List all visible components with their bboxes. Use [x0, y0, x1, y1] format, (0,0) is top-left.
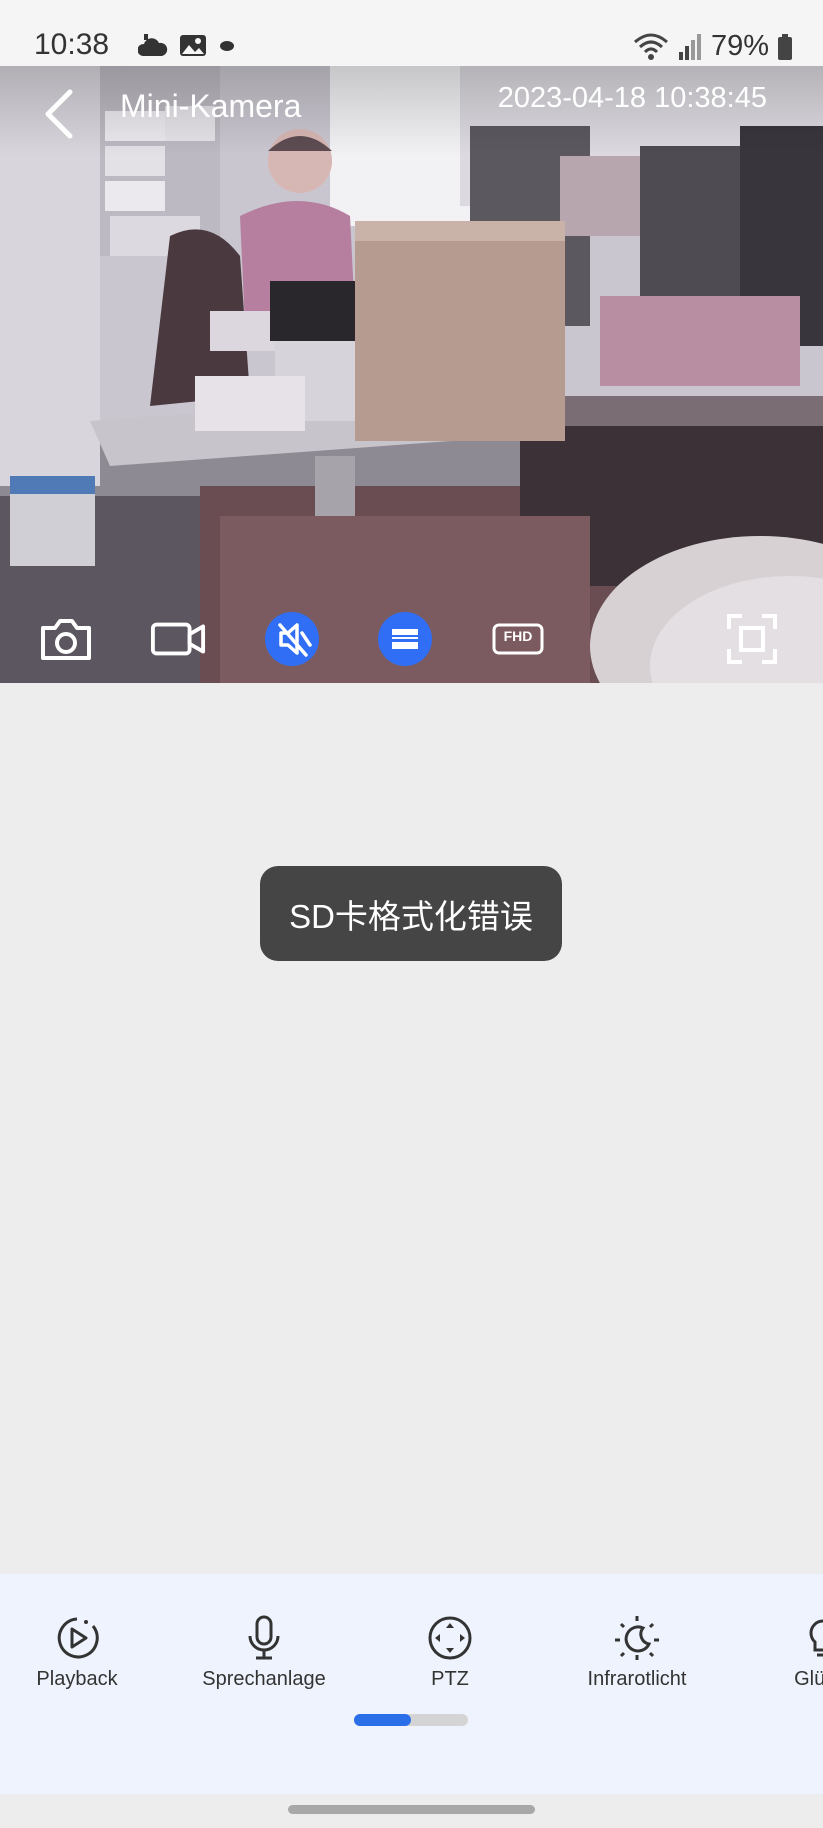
fullscreen-icon: [727, 614, 777, 664]
battery-percent: 79%: [710, 30, 769, 62]
controls-scroll-indicator: [354, 1714, 468, 1726]
signal-icon: [678, 33, 701, 60]
camera-snapshot-icon: [41, 619, 91, 660]
playback-label: Playback: [36, 1668, 118, 1690]
mute-button[interactable]: [264, 611, 320, 667]
ptz-label: PTZ: [431, 1668, 469, 1690]
playback-button[interactable]: Playback: [0, 1614, 162, 1691]
app-icon: [220, 41, 234, 51]
night-mode-icon: [615, 1616, 659, 1660]
microphone-icon: [248, 1615, 280, 1660]
video-timestamp: 2023-04-18 10:38:45: [497, 82, 767, 114]
scroll-thumb: [354, 1714, 411, 1726]
infrared-button[interactable]: Infrarotlicht: [552, 1614, 722, 1691]
notification-icons: [138, 32, 236, 58]
screen-split-icon: [378, 612, 432, 666]
intercom-label: Sprechanlage: [202, 1668, 326, 1690]
speaker-muted-icon: [265, 612, 319, 666]
gallery-icon: [180, 35, 206, 56]
ptz-icon: [428, 1616, 472, 1660]
fullscreen-button[interactable]: [724, 611, 780, 667]
status-time: 10:38: [34, 28, 110, 61]
back-arrow-icon[interactable]: [40, 86, 80, 142]
playback-icon: [57, 1617, 99, 1659]
infrared-label: Infrarotlicht: [587, 1668, 687, 1690]
record-button[interactable]: [150, 611, 206, 667]
light-bulb-button[interactable]: Glühla: [738, 1614, 823, 1691]
wifi-icon: [633, 33, 668, 60]
camera-live-view[interactable]: Mini-Kamera 2023-04-18 10:38:45 FHD: [0, 66, 823, 683]
status-bar: 10:38 79%: [0, 0, 823, 66]
snapshot-button[interactable]: [38, 611, 94, 667]
video-toolbar: FHD: [0, 591, 823, 683]
ptz-button[interactable]: PTZ: [365, 1614, 535, 1691]
quality-label: FHD: [503, 628, 533, 644]
toast-message: SD卡格式化错误: [260, 866, 562, 961]
system-status: 79%: [633, 30, 793, 63]
controls-panel: Playback Sprechanlage PTZ Infrarotlicht …: [0, 1574, 823, 1794]
light-bulb-label: Glühla: [794, 1668, 823, 1690]
light-bulb-icon: [809, 1619, 823, 1657]
intercom-button[interactable]: Sprechanlage: [179, 1614, 349, 1691]
quality-button[interactable]: FHD: [490, 611, 546, 667]
weather-icon: [138, 34, 168, 56]
gesture-nav-handle[interactable]: [288, 1805, 535, 1814]
video-record-icon: [150, 622, 206, 656]
split-screen-button[interactable]: [377, 611, 433, 667]
camera-title: Mini-Kamera: [120, 88, 302, 124]
battery-icon: [778, 33, 792, 60]
toast-text: SD卡格式化错误: [289, 897, 533, 935]
